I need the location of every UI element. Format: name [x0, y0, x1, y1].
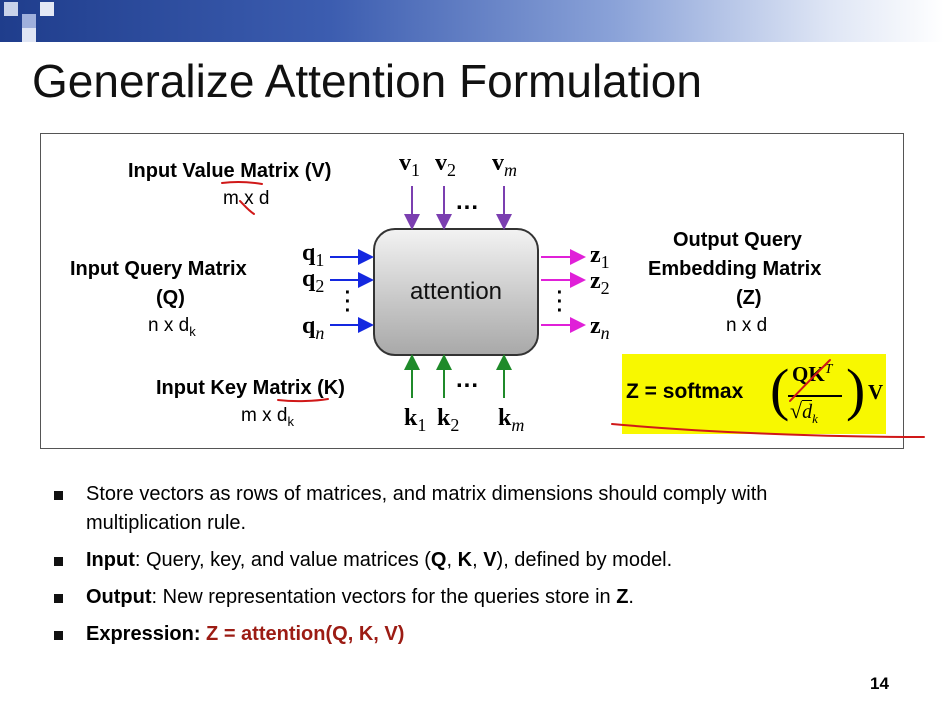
bullet-item: Output: New representation vectors for t… [48, 583, 878, 612]
bullet-marker [54, 491, 63, 500]
bullet-text-run: K [457, 549, 473, 571]
ink-strike-formula [789, 359, 831, 402]
bullet-text-run: Z = attention(Q, K, V) [206, 623, 405, 645]
bullet-marker [54, 557, 63, 566]
bullet-text-run: Q [430, 549, 447, 571]
bullet-text-run: V [483, 549, 497, 571]
bullet-text-run: Expression: [86, 623, 207, 645]
bullet-text-run: Output [86, 586, 152, 608]
bullet-text-run: . [628, 586, 634, 608]
bullet-text-run: : Query, key, and value matrices ( [134, 549, 431, 571]
bullet-list: Store vectors as rows of matrices, and m… [48, 480, 878, 657]
bullet-text-run: Input [86, 549, 135, 571]
ink-underline-formula [611, 423, 925, 438]
bullet-text-run: Store vectors as rows of matrices, and m… [86, 483, 768, 534]
ink-tick-value [239, 200, 255, 215]
bullet-text-run: Z [616, 586, 629, 608]
ink-underline-key [277, 398, 329, 403]
bullet-item: Store vectors as rows of matrices, and m… [48, 480, 878, 538]
bullet-text-run: , [472, 549, 484, 571]
bullet-text-run: , [446, 549, 458, 571]
ink-underline-value [221, 180, 263, 185]
bullet-text-run: ), defined by model. [496, 549, 673, 571]
bullet-text-run: : New representation vectors for the que… [151, 586, 617, 608]
bullet-marker [54, 631, 63, 640]
bullet-marker [54, 594, 63, 603]
page-number: 14 [870, 674, 889, 693]
bullet-item: Input: Query, key, and value matrices (Q… [48, 546, 878, 575]
bullet-item: Expression: Z = attention(Q, K, V) [48, 620, 878, 649]
